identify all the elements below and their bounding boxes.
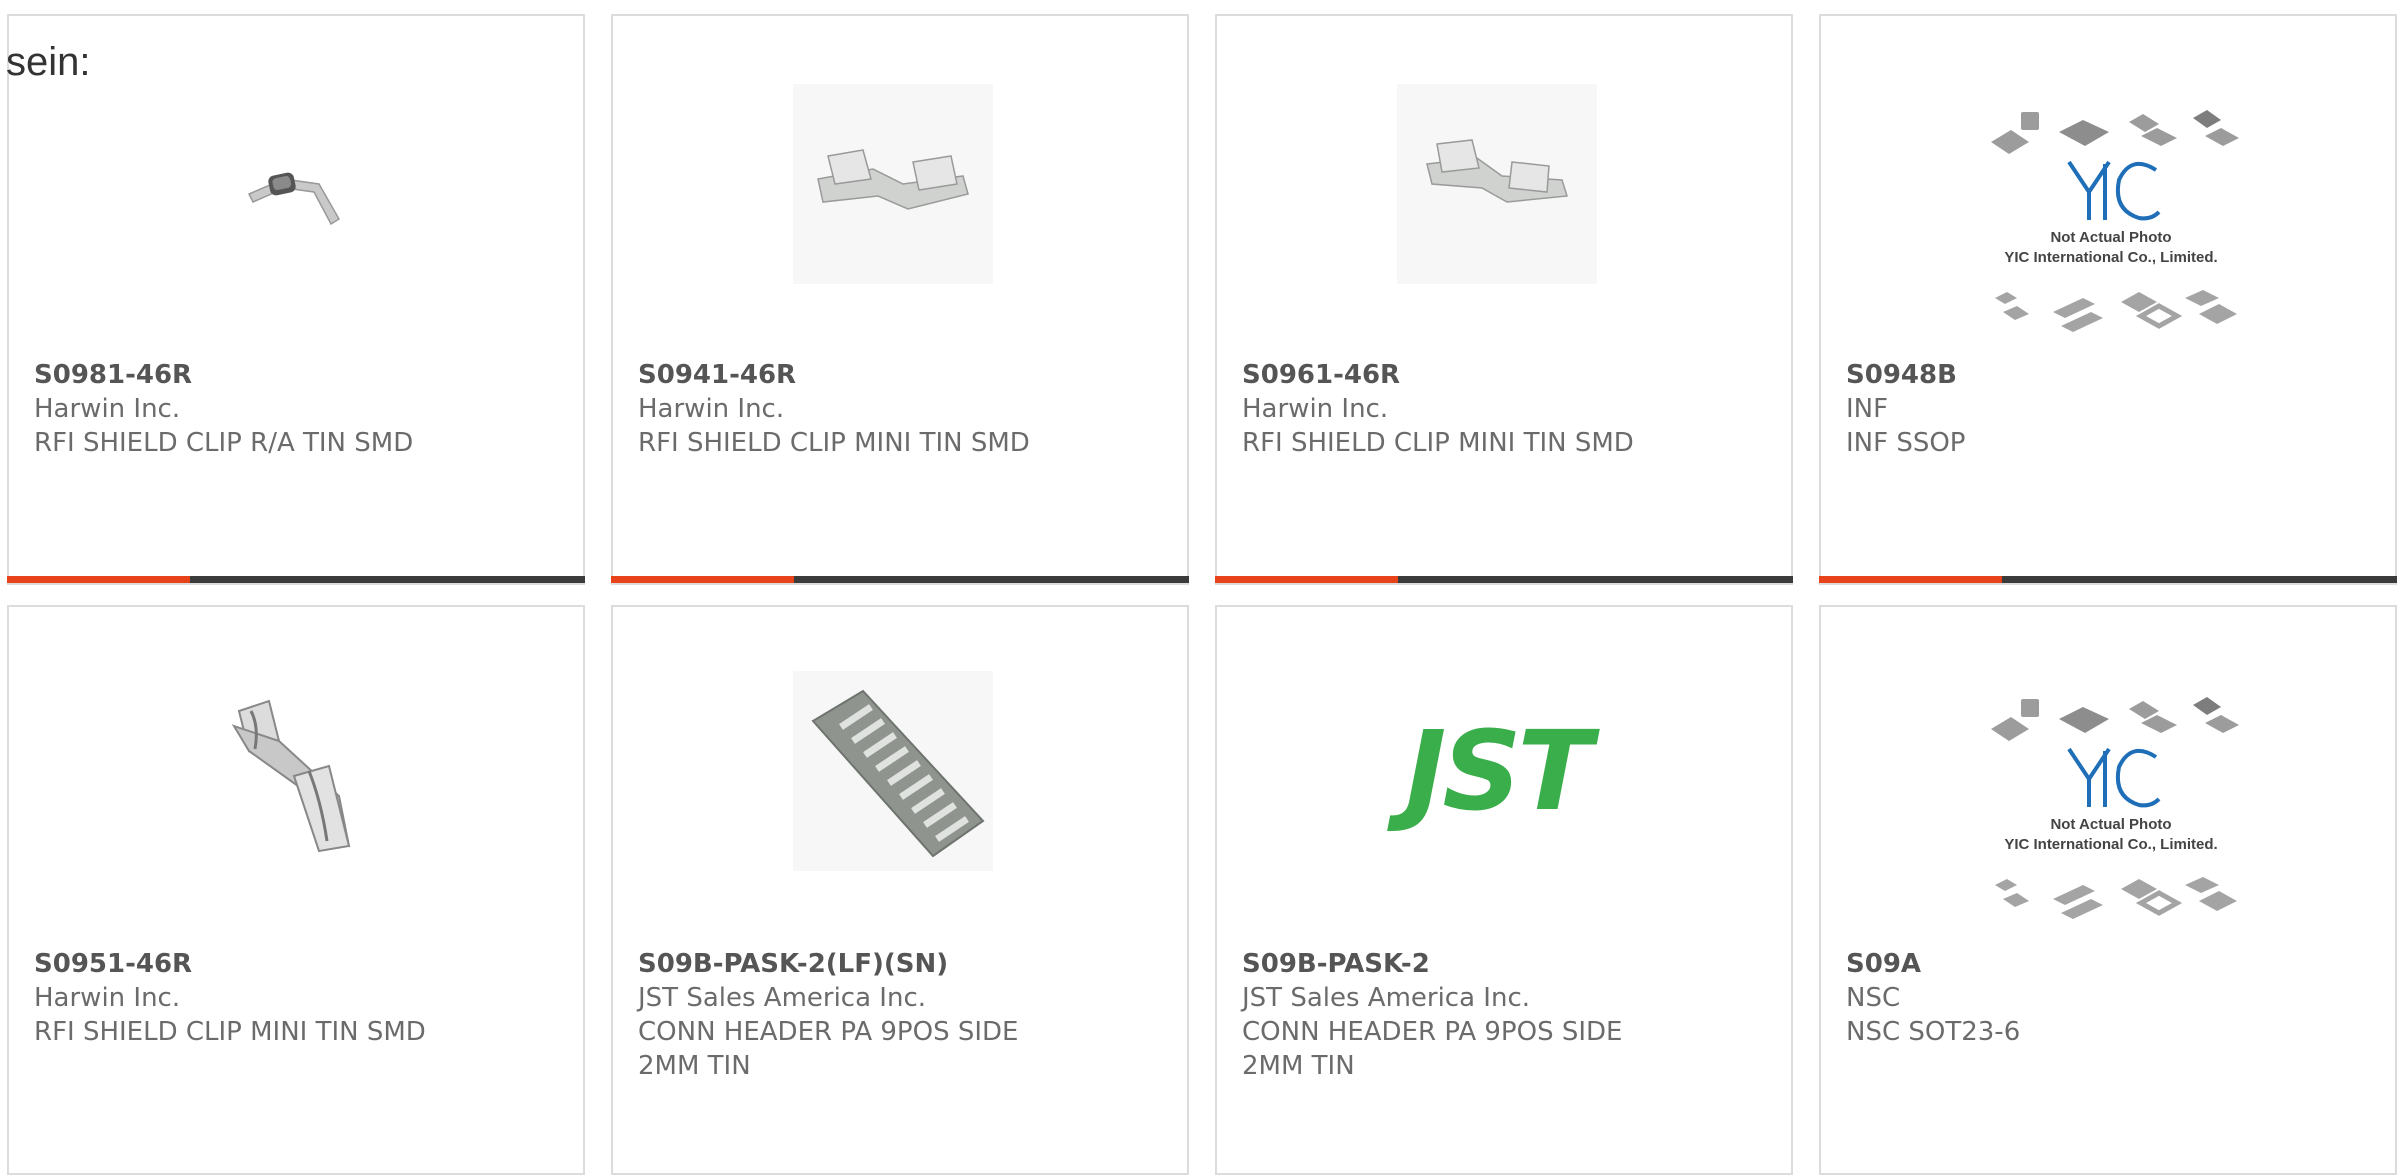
intro-text: sein: (6, 40, 91, 84)
manufacturer: INF (1846, 394, 1889, 424)
jst-logo: JST (1397, 671, 1597, 871)
manufacturer: JST Sales America Inc. (1242, 983, 1531, 1013)
part-number[interactable]: S0981-46R (34, 358, 554, 392)
shield-clip-large-icon (189, 671, 389, 871)
part-number[interactable]: S0941-46R (638, 358, 1158, 392)
placeholder-line1: Not Actual Photo (2050, 816, 2171, 833)
product-card[interactable]: Not Actual Photo YIC International Co., … (1819, 14, 2397, 585)
description: NSC SOT23-6 (1846, 1017, 2021, 1047)
description-line2: 2MM TIN (1242, 1051, 1355, 1081)
part-number[interactable]: S0961-46R (1242, 358, 1762, 392)
manufacturer: Harwin Inc. (1242, 394, 1389, 424)
manufacturer: Harwin Inc. (638, 394, 785, 424)
part-number[interactable]: S0948B (1846, 358, 2366, 392)
description: INF SSOP (1846, 428, 1966, 458)
part-number[interactable]: S09B-PASK-2(LF)(SN) (638, 947, 1158, 981)
placeholder-image: Not Actual Photo YIC International Co., … (1981, 689, 2241, 939)
product-card[interactable]: JST S09B-PASK-2 JST Sales America Inc. C… (1215, 605, 1793, 1175)
description-line2: 2MM TIN (638, 1051, 751, 1081)
placeholder-line2: YIC International Co., Limited. (2004, 249, 2217, 266)
description-line1: CONN HEADER PA 9POS SIDE (638, 1017, 1019, 1047)
manufacturer: Harwin Inc. (34, 394, 181, 424)
card-bottom-bar (1819, 576, 2397, 583)
manufacturer: NSC (1846, 983, 1901, 1013)
card-bottom-bar (611, 576, 1189, 583)
card-accent-bar (611, 576, 794, 583)
placeholder-line2: YIC International Co., Limited. (2004, 836, 2217, 853)
product-card[interactable]: S0941-46R Harwin Inc. RFI SHIELD CLIP MI… (611, 14, 1189, 585)
product-card[interactable]: S0961-46R Harwin Inc. RFI SHIELD CLIP MI… (1215, 14, 1793, 585)
part-number[interactable]: S09A (1846, 947, 2366, 981)
card-bottom-bar (7, 576, 585, 583)
jst-logo-text: JST (1405, 707, 1592, 835)
product-card[interactable]: Not Actual Photo YIC International Co., … (1819, 605, 2397, 1175)
part-number[interactable]: S0951-46R (34, 947, 554, 981)
placeholder-line1: Not Actual Photo (2050, 229, 2171, 246)
description: RFI SHIELD CLIP MINI TIN SMD (638, 428, 1030, 458)
shield-clip-mini-icon (793, 84, 993, 284)
description: RFI SHIELD CLIP R/A TIN SMD (34, 428, 414, 458)
product-card[interactable]: S0951-46R Harwin Inc. RFI SHIELD CLIP MI… (7, 605, 585, 1175)
card-accent-bar (7, 576, 190, 583)
description: RFI SHIELD CLIP MINI TIN SMD (34, 1017, 426, 1047)
connector-header-icon (793, 671, 993, 871)
placeholder-image: Not Actual Photo YIC International Co., … (1981, 102, 2241, 352)
product-card[interactable]: S09B-PASK-2(LF)(SN) JST Sales America In… (611, 605, 1189, 1175)
shield-clip-mini-icon (1397, 84, 1597, 284)
card-bottom-bar (1215, 576, 1793, 583)
manufacturer: Harwin Inc. (34, 983, 181, 1013)
shield-clip-ra-icon (189, 84, 389, 284)
description: RFI SHIELD CLIP MINI TIN SMD (1242, 428, 1634, 458)
manufacturer: JST Sales America Inc. (638, 983, 927, 1013)
description-line1: CONN HEADER PA 9POS SIDE (1242, 1017, 1623, 1047)
card-accent-bar (1215, 576, 1398, 583)
card-accent-bar (1819, 576, 2002, 583)
product-card[interactable]: S0981-46R Harwin Inc. RFI SHIELD CLIP R/… (7, 14, 585, 585)
part-number[interactable]: S09B-PASK-2 (1242, 947, 1762, 981)
